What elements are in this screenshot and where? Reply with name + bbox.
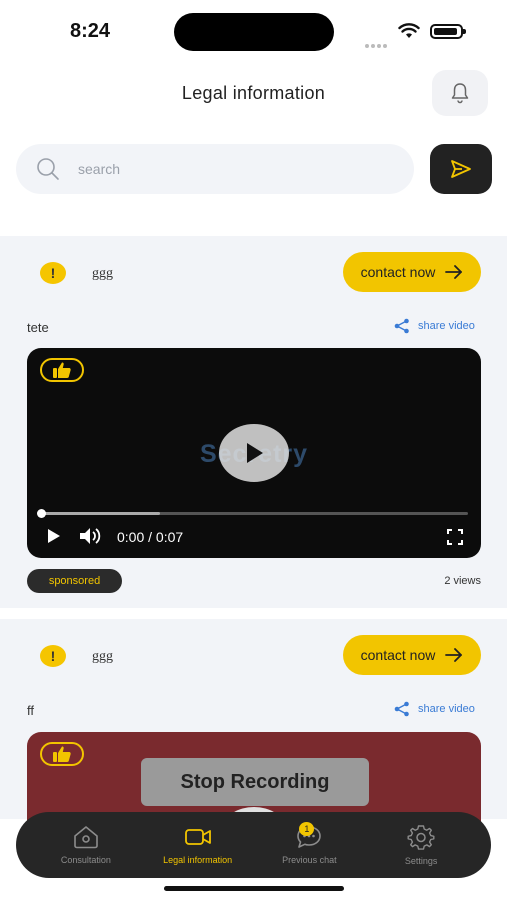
video-icon [184, 829, 211, 845]
share-video-label: share video [418, 703, 475, 715]
gear-icon [407, 825, 435, 850]
nav-label: Previous chat [282, 855, 337, 865]
status-bar: 8:24 [0, 0, 507, 62]
video-player[interactable]: Secretry 0:00 / 0:07 [27, 348, 481, 558]
post-title: tete [27, 320, 49, 335]
bottom-navigation: Consultation Legal information 1 Previou… [16, 812, 491, 878]
nav-label: Legal information [163, 855, 233, 865]
share-video-label: share video [418, 320, 475, 332]
like-button[interactable] [40, 358, 84, 382]
play-overlay-button[interactable] [219, 424, 289, 482]
share-video-link[interactable]: share video [394, 318, 475, 334]
wifi-icon [398, 23, 420, 38]
video-time: 0:00 / 0:07 [117, 529, 184, 545]
like-button[interactable] [40, 742, 84, 766]
view-count: 2 views [444, 575, 481, 587]
sponsored-badge: sponsored [27, 569, 122, 593]
contact-now-label: contact now [360, 647, 436, 663]
nav-item-settings[interactable]: Settings [371, 824, 471, 866]
play-icon [247, 443, 263, 463]
post-author: ggg [92, 266, 113, 281]
share-icon [394, 318, 409, 334]
volume-icon[interactable] [79, 527, 103, 545]
bell-icon [451, 83, 469, 104]
nav-item-consultation[interactable]: Consultation [36, 825, 136, 865]
play-control-icon[interactable] [47, 528, 61, 544]
dynamic-island [174, 13, 334, 51]
status-time: 8:24 [70, 20, 111, 42]
post-card: ! ggg contact now tete share video 0:00 … [0, 236, 507, 608]
send-icon [451, 160, 471, 178]
post-author: ggg [92, 649, 113, 664]
share-icon [394, 701, 409, 717]
video-scrubber[interactable] [37, 509, 46, 518]
share-video-link[interactable]: share video [394, 701, 475, 717]
search-icon [37, 158, 59, 180]
post-card: ! ggg contact now ff share video Stop Re… [0, 619, 507, 832]
page-title: Legal information [181, 83, 326, 103]
signal-icon [365, 35, 389, 48]
post-feed: ! ggg contact now tete share video 0:00 … [0, 236, 507, 832]
warning-icon: ! [40, 262, 66, 284]
nav-item-legal-information[interactable]: Legal information [148, 825, 248, 865]
search-bar [16, 144, 414, 194]
video-progress-bar[interactable] [37, 509, 468, 518]
notifications-button[interactable] [432, 70, 488, 116]
thumbs-up-icon [53, 362, 71, 378]
thumbs-up-icon [53, 746, 71, 762]
fullscreen-icon[interactable] [447, 529, 463, 545]
video-buffer [40, 512, 160, 515]
arrow-right-icon [445, 265, 463, 279]
post-title: ff [27, 703, 34, 718]
contact-now-button[interactable]: contact now [343, 252, 481, 292]
home-indicator [164, 886, 344, 891]
battery-icon [430, 24, 466, 39]
video-overlay-text: Stop Recording [141, 758, 369, 806]
nav-label: Settings [404, 856, 438, 866]
send-button[interactable] [430, 144, 492, 194]
contact-now-label: contact now [360, 264, 436, 280]
search-input[interactable] [78, 161, 378, 177]
nav-label: Consultation [60, 855, 111, 865]
home-icon [74, 826, 98, 849]
contact-now-button[interactable]: contact now [343, 635, 481, 675]
arrow-right-icon [445, 648, 463, 662]
nav-item-previous-chat[interactable]: 1 Previous chat [259, 822, 359, 865]
warning-icon: ! [40, 645, 66, 667]
